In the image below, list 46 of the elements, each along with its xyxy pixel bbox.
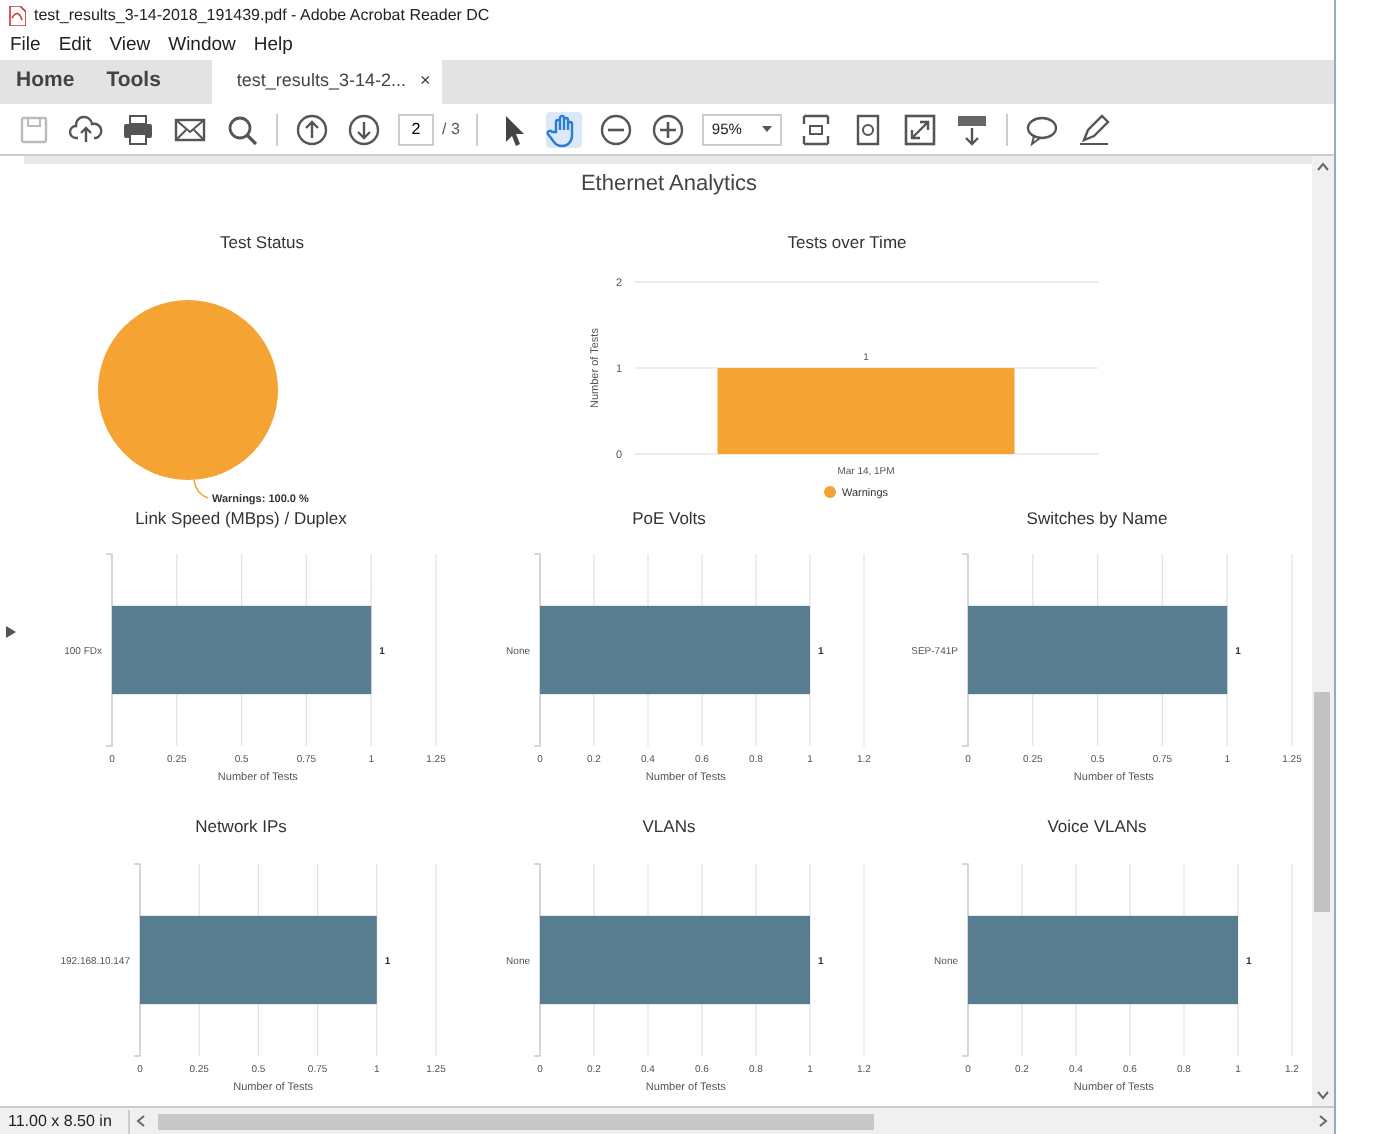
window-title: test_results_3-14-2018_191439.pdf - Adobe Acrobat Reader DC bbox=[34, 4, 490, 28]
menu-item[interactable]: Window bbox=[168, 31, 236, 61]
menu-item[interactable]: Edit bbox=[58, 31, 92, 61]
nav-tab[interactable]: Tools bbox=[90, 60, 177, 104]
menu-item[interactable]: Help bbox=[253, 31, 293, 61]
chart-title: Network IPs bbox=[193, 813, 289, 839]
fit-width-icon[interactable] bbox=[797, 111, 834, 147]
print-icon[interactable] bbox=[120, 111, 156, 147]
scroll-left-icon[interactable] bbox=[135, 1114, 146, 1128]
search-icon[interactable] bbox=[224, 111, 260, 147]
page-size-label: 11.00 x 8.50 in bbox=[0, 1109, 130, 1133]
scroll-mode-icon[interactable] bbox=[953, 111, 990, 147]
pen-icon[interactable] bbox=[1075, 111, 1112, 147]
nav-tab[interactable]: Home bbox=[0, 60, 91, 104]
pdf-file-icon bbox=[8, 6, 26, 26]
caret-icon[interactable] bbox=[761, 126, 772, 132]
full-screen-icon[interactable] bbox=[901, 111, 938, 147]
document-tab[interactable]: test_results_3-14-2... × bbox=[212, 60, 443, 104]
upload-cloud-icon[interactable] bbox=[68, 111, 104, 147]
menu-item[interactable]: View bbox=[109, 31, 151, 61]
leader-line bbox=[192, 479, 208, 500]
page-number-field[interactable]: 2 bbox=[398, 113, 434, 145]
comment-icon[interactable] bbox=[1023, 111, 1060, 147]
zoom-out-icon[interactable] bbox=[597, 111, 634, 147]
previous-page-icon[interactable] bbox=[294, 111, 330, 147]
scrollbar-thumb[interactable] bbox=[1314, 691, 1331, 911]
page-heading: Ethernet Analytics bbox=[578, 170, 760, 200]
close-button[interactable]: × bbox=[419, 68, 431, 96]
scrollbar-thumb[interactable] bbox=[157, 1113, 874, 1129]
hand-icon[interactable] bbox=[545, 111, 582, 147]
chart-title: VLANs bbox=[640, 813, 698, 839]
chart-title: PoE Volts bbox=[630, 505, 708, 531]
page-total: / 3 bbox=[442, 117, 460, 141]
chart-title: Link Speed (MBps) / Duplex bbox=[133, 505, 349, 531]
menu-item[interactable]: File bbox=[10, 31, 41, 61]
tab-label[interactable]: test_results_3-14-2... bbox=[236, 68, 406, 96]
chart-title: Voice VLANs bbox=[1045, 813, 1149, 839]
zoom-in-icon[interactable] bbox=[649, 111, 686, 147]
next-page-icon[interactable] bbox=[346, 111, 382, 147]
chart-title: Tests over Time bbox=[785, 229, 909, 255]
scroll-down-icon[interactable] bbox=[1315, 1090, 1330, 1100]
expand-panel-icon[interactable] bbox=[6, 625, 17, 637]
chart-title: Switches by Name bbox=[1024, 505, 1170, 531]
chart-title: Test Status bbox=[217, 229, 307, 255]
scroll-up-icon[interactable] bbox=[1315, 162, 1330, 172]
scroll-right-icon[interactable] bbox=[1318, 1114, 1328, 1128]
